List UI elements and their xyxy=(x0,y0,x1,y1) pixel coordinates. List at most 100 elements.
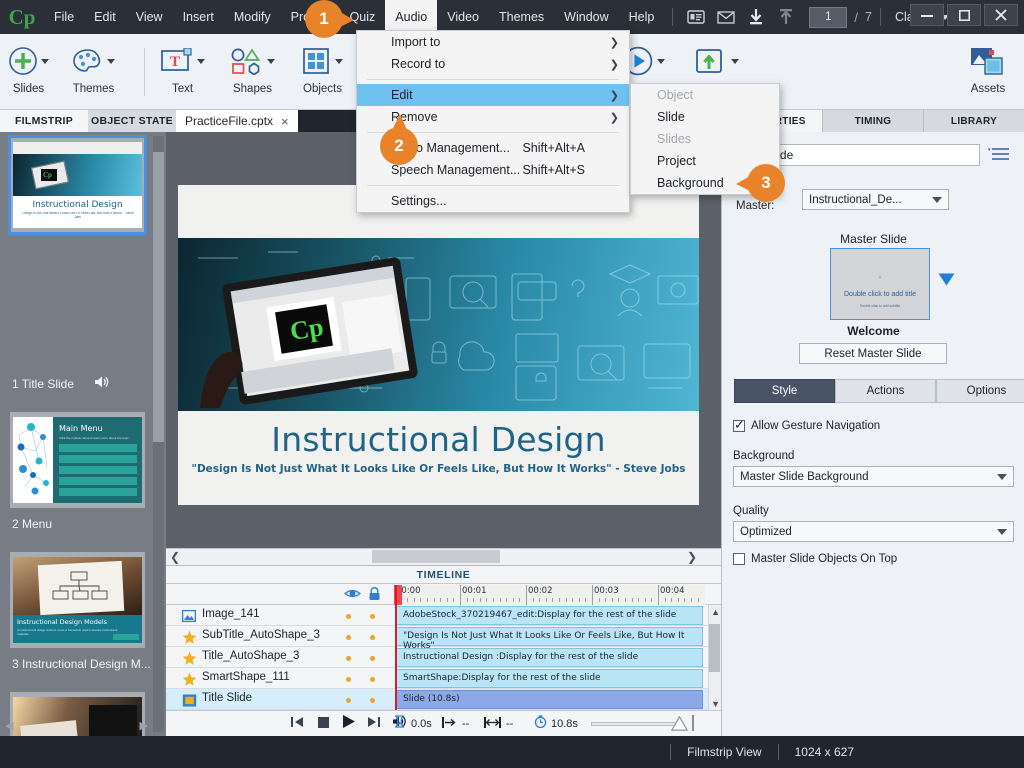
download-icon[interactable] xyxy=(741,0,771,34)
lock-dot[interactable] xyxy=(370,698,375,703)
menu-modify[interactable]: Modify xyxy=(224,0,281,34)
slide-title[interactable]: Instructional Design xyxy=(178,420,699,459)
timeline-row[interactable]: SmartShape_111 SmartShape:Display for th… xyxy=(166,668,721,689)
timeline-bar[interactable]: "Design Is Not Just What It Looks Like O… xyxy=(396,627,703,651)
lock-icon[interactable] xyxy=(368,587,381,606)
toolbar-assets[interactable]: Assets xyxy=(970,40,1006,106)
visibility-dot[interactable] xyxy=(346,656,351,661)
scroll-left-icon[interactable]: ❮ xyxy=(170,550,180,564)
timeline-bar[interactable]: Slide (10.8s) xyxy=(396,690,703,709)
scroll-right-icon[interactable]: ❯ xyxy=(687,550,697,564)
visibility-dot[interactable] xyxy=(346,698,351,703)
rewind-icon[interactable] xyxy=(290,715,304,733)
filmstrip-scroll-thumb[interactable] xyxy=(153,152,164,442)
hero-image[interactable]: Cp xyxy=(178,238,699,411)
lock-dot[interactable] xyxy=(370,677,375,682)
submenu-item-slide[interactable]: Slide xyxy=(631,106,779,128)
timeline-row[interactable]: Title Slide Slide (10.8s) xyxy=(166,689,721,710)
canvas-hscroll-thumb[interactable] xyxy=(372,550,500,563)
menu-edit[interactable]: Edit xyxy=(84,0,126,34)
maximize-button[interactable] xyxy=(947,4,981,26)
menu-help[interactable]: Help xyxy=(619,0,665,34)
toolbar-slides[interactable]: Slides xyxy=(8,40,49,106)
menu-item-edit[interactable]: Edit ❯ xyxy=(357,84,629,106)
slides-icon xyxy=(8,40,49,82)
tab-timing[interactable]: TIMING xyxy=(823,110,924,132)
zoom-slider-track[interactable] xyxy=(591,722,683,726)
master-slide-objects-on-top-checkbox[interactable] xyxy=(733,553,745,565)
upload-icon[interactable] xyxy=(771,0,801,34)
visibility-dot[interactable] xyxy=(346,677,351,682)
close-icon[interactable]: × xyxy=(281,114,289,129)
chevron-down-icon xyxy=(41,58,49,64)
scroll-down-icon[interactable]: ▼ xyxy=(711,699,720,709)
tab-filmstrip[interactable]: FILMSTRIP xyxy=(0,110,88,132)
tab-style[interactable]: Style xyxy=(734,379,835,403)
menu-audio[interactable]: Audio xyxy=(385,0,438,34)
forward-icon[interactable] xyxy=(367,715,381,733)
mail-icon[interactable] xyxy=(711,0,741,34)
timeline-row[interactable]: Image_141 AdobeStock_370219467_edit:Disp… xyxy=(166,605,721,626)
play-icon[interactable] xyxy=(343,714,355,733)
lock-dot[interactable] xyxy=(370,656,375,661)
toolbar-objects[interactable]: Objects xyxy=(302,40,343,106)
timeline-bar[interactable]: Instructional Design :Display for the re… xyxy=(396,648,703,667)
menu-video[interactable]: Video xyxy=(437,0,489,34)
allow-gesture-navigation-row[interactable]: Allow Gesture Navigation xyxy=(733,417,880,433)
menu-file[interactable]: File xyxy=(44,0,84,34)
filmstrip-slide-2[interactable]: Main Menu Click the module name to learn… xyxy=(10,412,145,508)
menu-item-settings[interactable]: Settings... xyxy=(357,190,629,212)
visibility-dot[interactable] xyxy=(346,635,351,640)
lock-dot[interactable] xyxy=(370,635,375,640)
toolbar-label: Themes xyxy=(72,83,115,95)
filmstrip-slide-1[interactable]: Cp Instructional Design "Design Is Not J… xyxy=(8,135,147,235)
menu-item-record-to[interactable]: Record to ❯ xyxy=(357,53,629,75)
menu-item-import-to[interactable]: Import to ❯ xyxy=(357,31,629,53)
timeline-ruler[interactable]: 00:00 00:01 00:02 00:03 00:04 xyxy=(394,585,705,605)
page-number-input[interactable]: 1 xyxy=(809,6,848,28)
tab-actions[interactable]: Actions xyxy=(835,379,936,403)
lock-dot[interactable] xyxy=(370,614,375,619)
tab-object-state[interactable]: OBJECT STATE xyxy=(88,110,176,132)
allow-gesture-navigation-checkbox[interactable] xyxy=(733,417,745,433)
minimize-button[interactable] xyxy=(910,4,944,26)
filmstrip-next-icon[interactable]: ▶ xyxy=(140,719,148,732)
toolbar-themes[interactable]: Themes xyxy=(72,40,115,106)
filmstrip-slide-3[interactable]: Instructional Design Models An instructi… xyxy=(10,552,145,648)
presentation-icon[interactable] xyxy=(681,0,711,34)
menu-themes[interactable]: Themes xyxy=(489,0,554,34)
slide-stage[interactable]: Cp Instructional Design "Design Is Not J… xyxy=(178,185,699,505)
master-slide-select[interactable]: Instructional_De... xyxy=(802,189,949,210)
stop-icon[interactable] xyxy=(318,715,329,733)
filmstrip-slide-4[interactable]: Learning Design Learning design is the p… xyxy=(10,692,145,736)
tab-library[interactable]: LIBRARY xyxy=(924,110,1024,132)
star-icon xyxy=(182,672,197,686)
timeline-vscroll-thumb[interactable] xyxy=(709,624,720,672)
timeline-bar[interactable]: AdobeStock_370219467_edit:Display for th… xyxy=(396,606,703,625)
master-slide-thumbnail[interactable]: ⌄ Double click to add title Double click… xyxy=(830,248,930,320)
tab-options[interactable]: Options xyxy=(936,379,1024,403)
menu-insert[interactable]: Insert xyxy=(173,0,224,34)
timeline-row[interactable]: Title_AutoShape_3 Instructional Design :… xyxy=(166,647,721,668)
close-button[interactable] xyxy=(984,4,1018,26)
slide-subtitle[interactable]: "Design Is Not Just What It Looks Like O… xyxy=(178,463,699,475)
timeline-row[interactable]: SubTitle_AutoShape_3 "Design Is Not Just… xyxy=(166,626,721,651)
toolbar-text[interactable]: T Text xyxy=(160,40,205,106)
timeline-bar[interactable]: SmartShape:Display for the rest of the s… xyxy=(396,669,703,688)
menu-view[interactable]: View xyxy=(126,0,173,34)
document-tab-label: PracticeFile.cptx xyxy=(185,114,274,128)
reset-master-slide-button[interactable]: Reset Master Slide xyxy=(799,343,947,364)
hamburger-menu-icon[interactable] xyxy=(988,146,1010,167)
master-slide-objects-on-top-row[interactable]: Master Slide Objects On Top xyxy=(733,553,897,565)
filmstrip-prev-icon[interactable]: ◀ xyxy=(5,719,13,732)
background-select[interactable]: Master Slide Background xyxy=(733,466,1014,487)
scroll-up-icon[interactable]: ▲ xyxy=(711,607,720,617)
master-slide-expand-icon[interactable] xyxy=(938,273,955,291)
menu-window[interactable]: Window xyxy=(554,0,618,34)
toolbar-shapes[interactable]: Shapes xyxy=(230,40,275,106)
tab-document[interactable]: PracticeFile.cptx × xyxy=(176,110,298,132)
quality-select[interactable]: Optimized xyxy=(733,521,1014,542)
speaker-icon[interactable] xyxy=(94,375,110,392)
visibility-dot[interactable] xyxy=(346,614,351,619)
eye-icon[interactable] xyxy=(343,587,362,605)
